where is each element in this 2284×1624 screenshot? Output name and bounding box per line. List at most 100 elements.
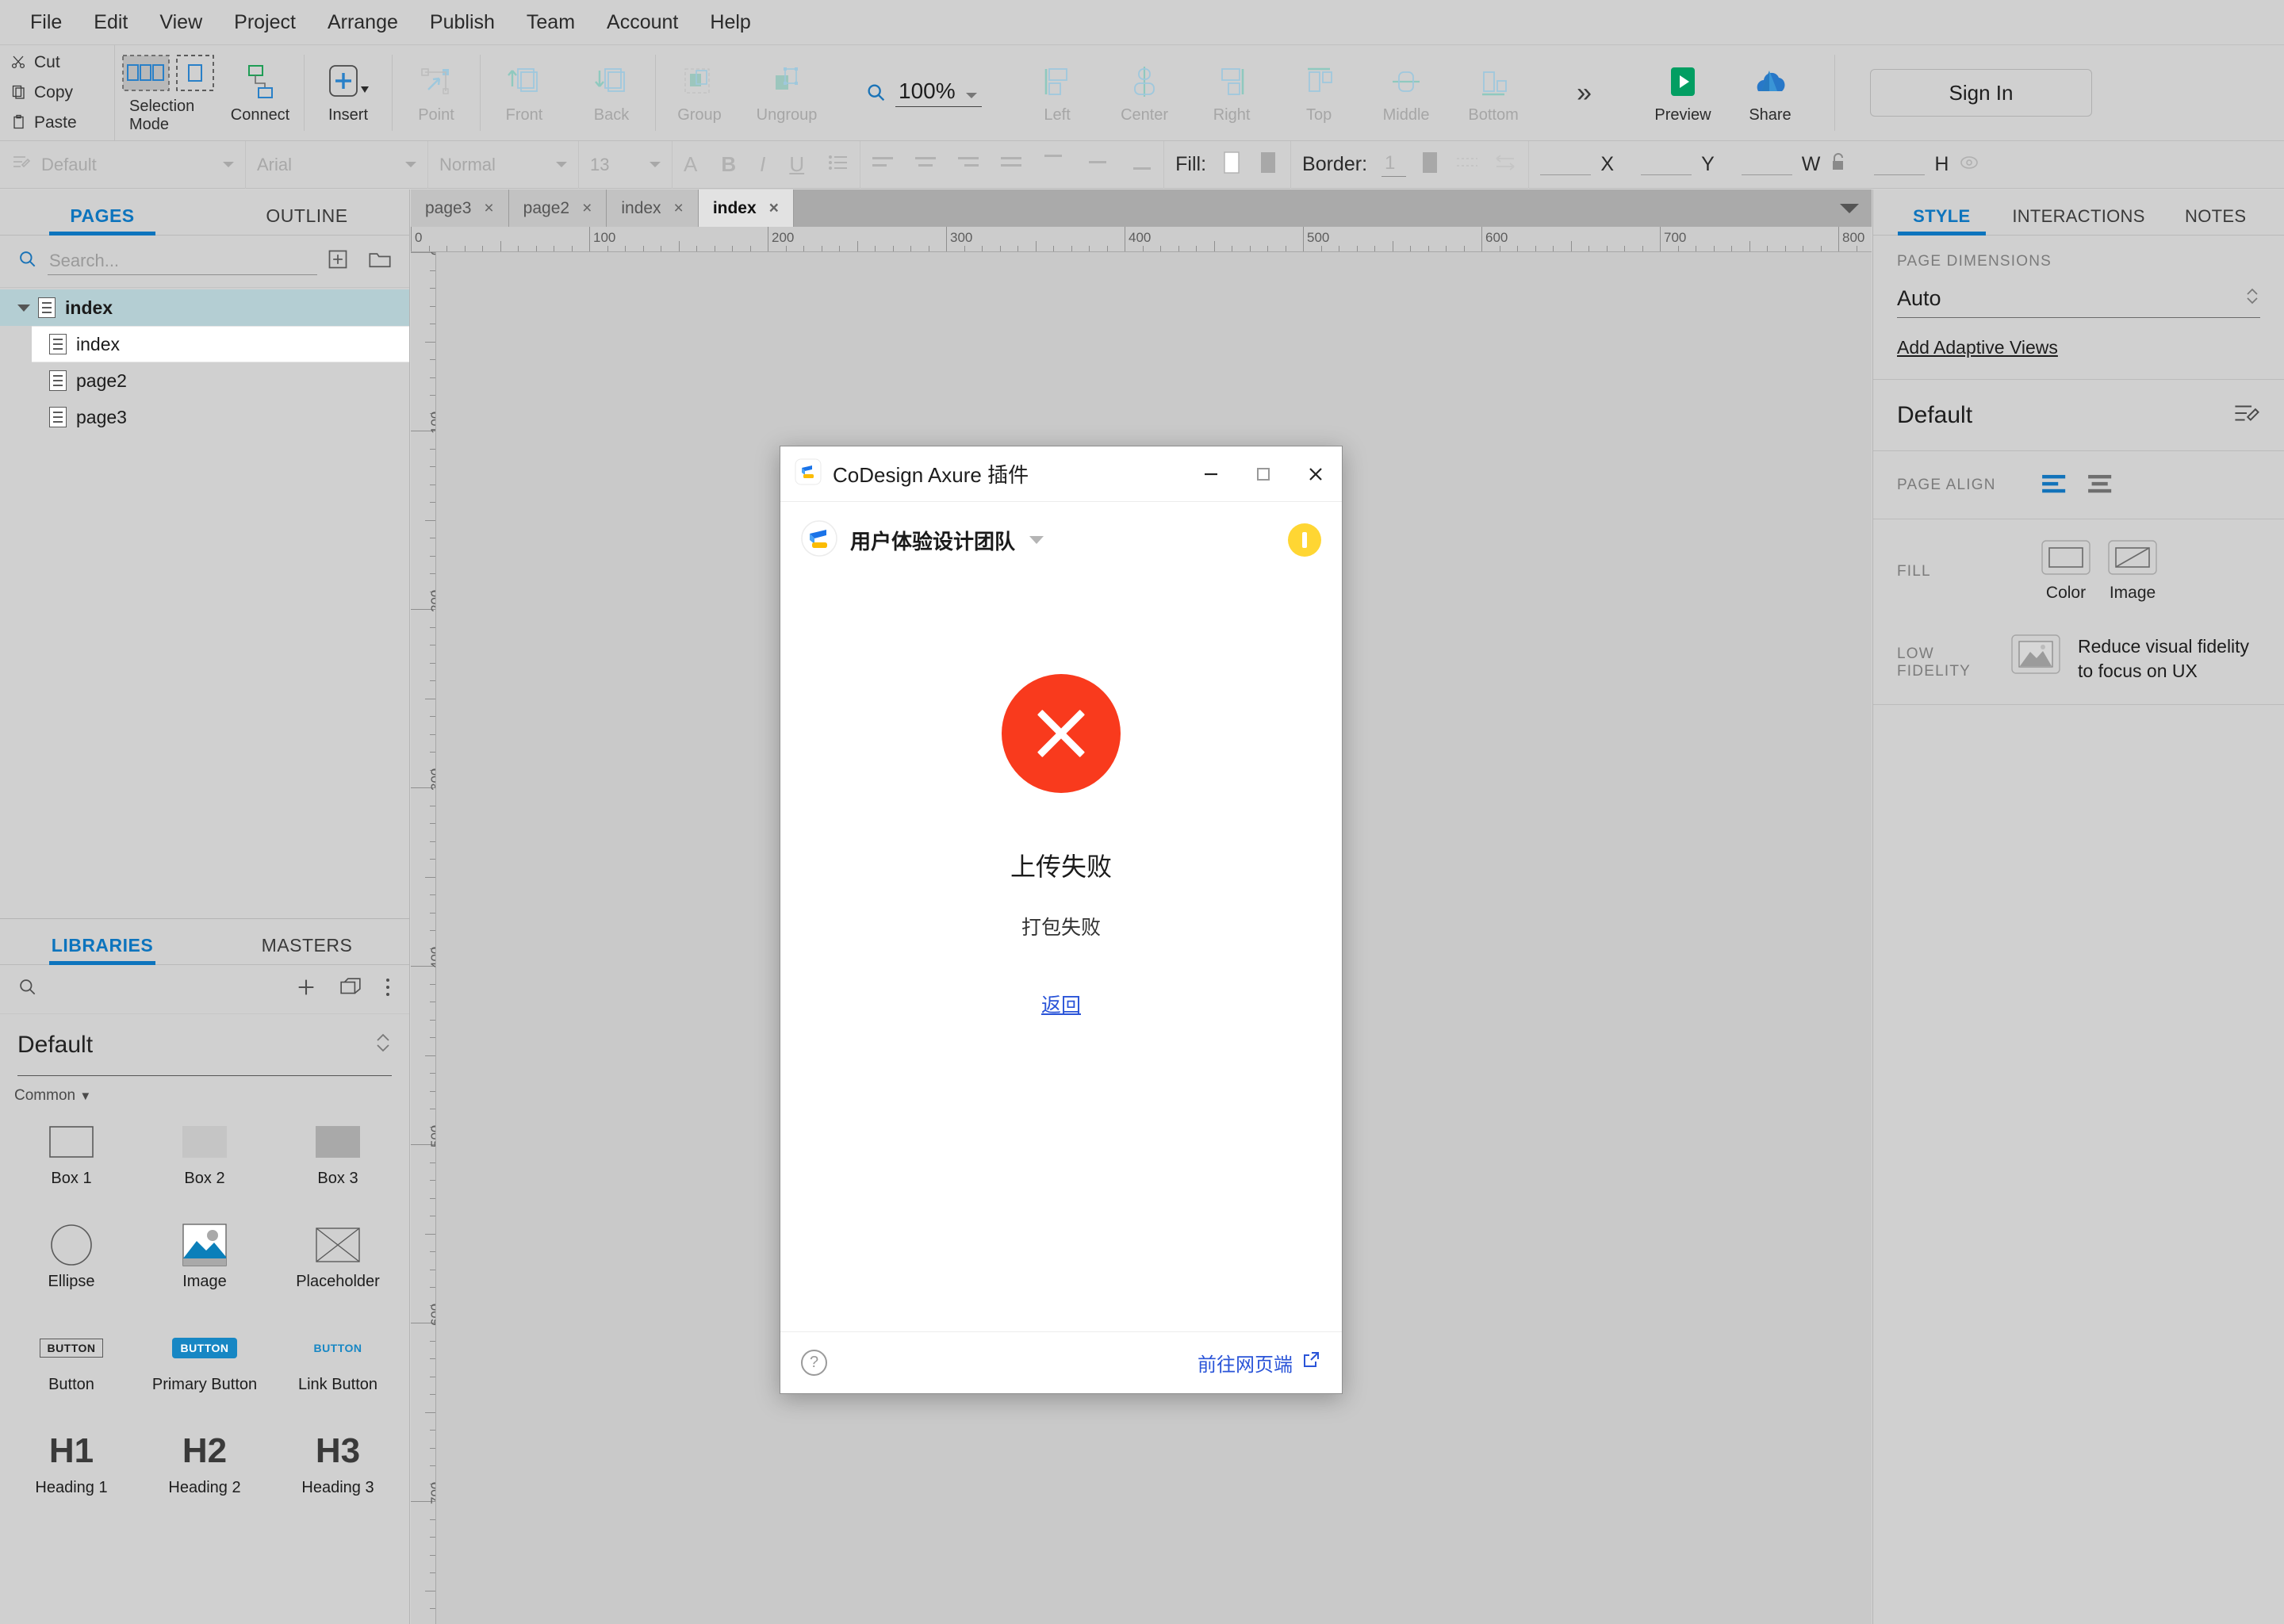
canvas-tab-index-1[interactable]: index × bbox=[607, 190, 699, 227]
chevron-down-icon[interactable] bbox=[223, 162, 234, 167]
search-icon[interactable] bbox=[17, 977, 38, 1002]
tab-libraries[interactable]: LIBRARIES bbox=[0, 935, 205, 965]
page-align-center-icon[interactable] bbox=[2087, 472, 2117, 498]
text-align-justify-icon[interactable] bbox=[1000, 154, 1024, 175]
preview-button[interactable]: Preview bbox=[1639, 45, 1726, 140]
library-widget-link-button[interactable]: BUTTON Link Button bbox=[271, 1320, 404, 1415]
menu-item-account[interactable]: Account bbox=[591, 0, 694, 45]
library-widget-heading-1[interactable]: H1 Heading 1 bbox=[5, 1423, 138, 1519]
fill-color-swatch[interactable] bbox=[1259, 151, 1279, 178]
style-select[interactable]: Default bbox=[0, 140, 246, 189]
library-widget-image[interactable]: Image bbox=[138, 1217, 271, 1312]
dialog-title-bar[interactable]: CoDesign Axure 插件 bbox=[780, 446, 1342, 502]
copy-button[interactable]: Copy bbox=[11, 78, 114, 108]
border-style-icon[interactable] bbox=[1455, 152, 1479, 177]
canvas-tab-page3[interactable]: page3 × bbox=[411, 190, 509, 227]
menu-item-file[interactable]: File bbox=[14, 0, 78, 45]
library-copy-icon[interactable] bbox=[339, 977, 362, 1002]
vertical-align-middle-icon[interactable] bbox=[1086, 152, 1109, 177]
library-widget-placeholder[interactable]: Placeholder bbox=[271, 1217, 404, 1312]
bold-icon[interactable]: B bbox=[721, 152, 736, 177]
close-icon[interactable]: × bbox=[484, 199, 493, 218]
bullet-list-icon[interactable] bbox=[828, 152, 849, 177]
canvas-tabs-overflow-button[interactable] bbox=[1840, 190, 1872, 227]
tool-connect[interactable]: Connect bbox=[217, 45, 304, 140]
w-input[interactable] bbox=[1741, 155, 1792, 175]
tab-notes[interactable]: NOTES bbox=[2147, 206, 2284, 235]
font-size-select[interactable]: 13 bbox=[579, 140, 673, 189]
font-weight-select[interactable]: Normal bbox=[428, 140, 579, 189]
menu-item-team[interactable]: Team bbox=[511, 0, 591, 45]
italic-icon[interactable]: I bbox=[760, 152, 765, 177]
close-icon[interactable]: × bbox=[582, 199, 592, 218]
add-page-icon[interactable] bbox=[327, 248, 349, 274]
pages-search-input[interactable] bbox=[48, 250, 317, 272]
visibility-eye-icon[interactable] bbox=[1958, 154, 1980, 175]
notification-badge-icon[interactable] bbox=[1288, 523, 1321, 557]
text-align-right-icon[interactable] bbox=[957, 154, 981, 175]
help-icon[interactable]: ? bbox=[801, 1350, 827, 1376]
cut-button[interactable]: Cut bbox=[11, 48, 114, 78]
x-input[interactable] bbox=[1540, 155, 1592, 175]
line-arrow-icon[interactable] bbox=[1493, 152, 1517, 177]
back-link[interactable]: 返回 bbox=[1041, 990, 1081, 1018]
page-align-left-icon[interactable] bbox=[2041, 472, 2071, 498]
library-widget-ellipse[interactable]: Ellipse bbox=[5, 1217, 138, 1312]
library-widget-heading-2[interactable]: H2 Heading 2 bbox=[138, 1423, 271, 1519]
dialog-maximize-button[interactable] bbox=[1237, 446, 1290, 502]
toolbar-overflow-button[interactable]: » bbox=[1577, 45, 1592, 140]
vertical-align-top-icon[interactable] bbox=[1043, 152, 1067, 177]
menu-item-edit[interactable]: Edit bbox=[78, 0, 144, 45]
library-widget-button[interactable]: BUTTON Button bbox=[5, 1320, 138, 1415]
share-button[interactable]: Share bbox=[1726, 45, 1814, 140]
page-dimensions-select[interactable]: Auto bbox=[1897, 285, 2260, 318]
h-input[interactable] bbox=[1874, 155, 1926, 175]
library-widget-heading-3[interactable]: H3 Heading 3 bbox=[271, 1423, 404, 1519]
tab-pages[interactable]: PAGES bbox=[0, 205, 205, 236]
border-width-value[interactable]: 1 bbox=[1382, 152, 1407, 177]
menu-item-publish[interactable]: Publish bbox=[414, 0, 511, 45]
codesign-plugin-dialog[interactable]: CoDesign Axure 插件 用户体验设计团队 上传失败 打包失败 返回 bbox=[780, 446, 1343, 1394]
tool-insert[interactable]: Insert bbox=[305, 45, 392, 140]
fill-none-swatch[interactable] bbox=[1222, 151, 1243, 178]
add-adaptive-views-link[interactable]: Add Adaptive Views bbox=[1897, 337, 2058, 358]
library-widget-box-2[interactable]: Box 2 bbox=[138, 1114, 271, 1209]
underline-icon[interactable]: U bbox=[789, 152, 804, 177]
page-tree-item-page3[interactable]: page3 bbox=[0, 399, 409, 435]
menu-item-view[interactable]: View bbox=[144, 0, 218, 45]
close-icon[interactable]: × bbox=[674, 199, 684, 218]
paste-button[interactable]: Paste bbox=[11, 108, 114, 138]
go-to-web-link[interactable]: 前往网页端 bbox=[1198, 1349, 1321, 1377]
stepper-icon[interactable] bbox=[374, 1030, 392, 1060]
chevron-down-icon[interactable] bbox=[966, 93, 978, 98]
library-widget-primary-button[interactable]: BUTTON Primary Button bbox=[138, 1320, 271, 1415]
border-color-swatch[interactable] bbox=[1420, 151, 1441, 178]
chevron-down-icon[interactable] bbox=[17, 304, 30, 312]
menu-item-project[interactable]: Project bbox=[218, 0, 312, 45]
edit-style-icon[interactable] bbox=[2233, 400, 2260, 430]
page-tree-item-index[interactable]: index bbox=[32, 326, 409, 362]
chevron-down-icon[interactable] bbox=[1029, 536, 1044, 544]
canvas-tab-page2[interactable]: page2 × bbox=[508, 190, 607, 227]
font-color-icon[interactable]: A bbox=[684, 152, 697, 177]
page-tree-item-page2[interactable]: page2 bbox=[0, 362, 409, 399]
stepper-icon[interactable] bbox=[2244, 285, 2260, 312]
close-icon[interactable]: × bbox=[769, 199, 779, 218]
dialog-minimize-button[interactable] bbox=[1185, 446, 1237, 502]
tab-outline[interactable]: OUTLINE bbox=[205, 205, 409, 235]
fill-image-button[interactable]: Image bbox=[2108, 540, 2157, 603]
lock-icon[interactable] bbox=[1830, 152, 1847, 177]
zoom-control[interactable]: 100% bbox=[865, 45, 983, 140]
low-fidelity-button[interactable] bbox=[2011, 634, 2060, 678]
sign-in-button[interactable]: Sign In bbox=[1870, 69, 2092, 117]
dialog-close-button[interactable] bbox=[1290, 446, 1342, 502]
canvas-tab-index-2[interactable]: index × bbox=[698, 190, 794, 227]
library-select[interactable]: Default bbox=[17, 1014, 392, 1076]
text-align-center-icon[interactable] bbox=[914, 154, 938, 175]
y-input[interactable] bbox=[1641, 155, 1692, 175]
library-widget-box-1[interactable]: Box 1 bbox=[5, 1114, 138, 1209]
fill-color-button[interactable]: Color bbox=[2041, 540, 2090, 603]
add-folder-icon[interactable] bbox=[368, 248, 392, 274]
font-family-select[interactable]: Arial bbox=[246, 140, 428, 189]
chevron-down-icon[interactable] bbox=[556, 162, 567, 167]
